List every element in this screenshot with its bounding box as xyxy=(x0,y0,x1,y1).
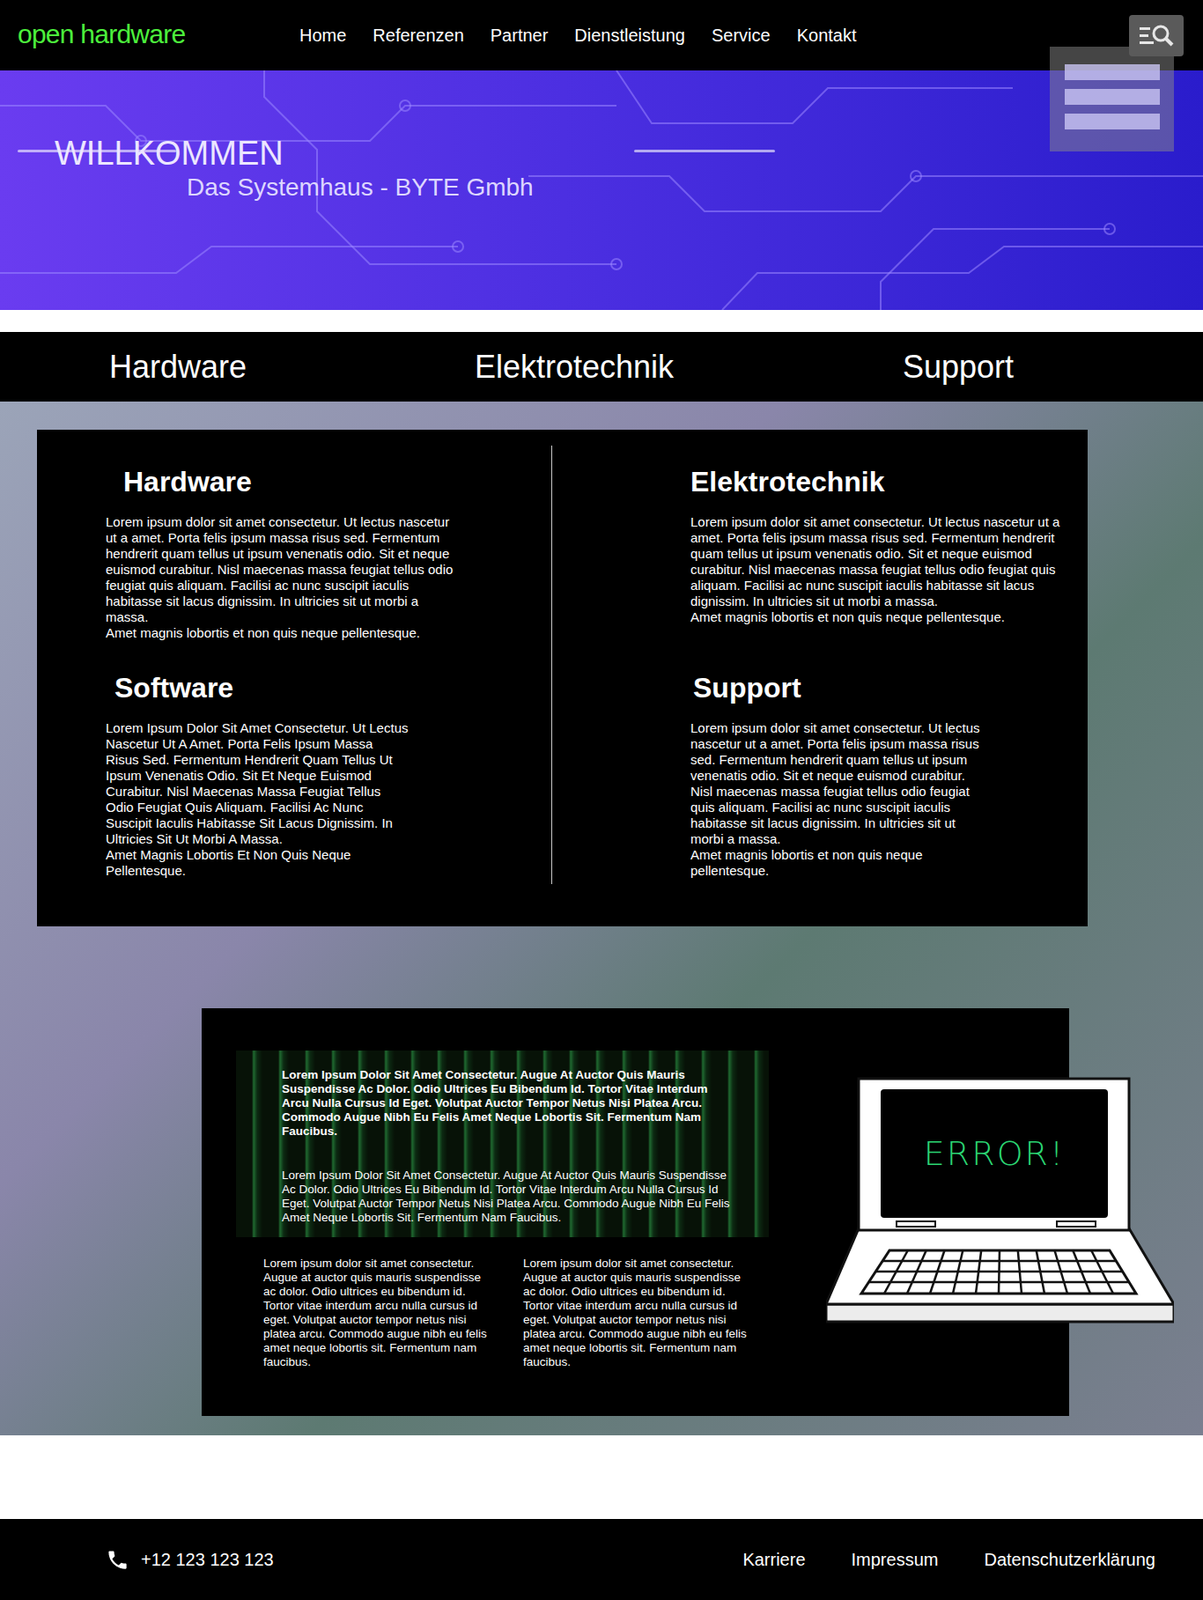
menu-bar xyxy=(1064,113,1160,130)
phone-number[interactable]: +12 123 123 123 xyxy=(140,1546,274,1573)
hero-subtitle: Das Systemhaus - BYTE Gmbh xyxy=(0,172,1203,203)
circuit-icon xyxy=(0,70,1203,310)
footer-link[interactable]: Datenschutzerklärung xyxy=(983,1546,1156,1573)
nav-link[interactable]: Service xyxy=(711,22,771,49)
feature-text: Lorem Ipsum Dolor Sit Amet Consectetur. … xyxy=(281,1168,736,1226)
feature-column: Lorem ipsum dolor sit amet consectetur. … xyxy=(523,1256,756,1370)
nav-link[interactable]: Dienstleistung xyxy=(574,22,686,49)
phone-icon xyxy=(105,1548,130,1573)
footer-link[interactable]: Impressum xyxy=(851,1546,939,1573)
hero-title: WILLKOMMEN xyxy=(0,133,1203,173)
service-paragraph: Amet magnis lobortis et non quis neque p… xyxy=(690,847,982,879)
laptop-icon xyxy=(826,1077,1174,1333)
footer-nav: Karriere Impressum Datenschutzerklärung xyxy=(742,1546,1156,1573)
service-paragraph: Lorem ipsum dolor sit amet consectetur. … xyxy=(690,720,982,848)
menu-bar xyxy=(1064,88,1160,105)
feature-text: Lorem Ipsum Dolor Sit Amet Consectetur. … xyxy=(281,1068,736,1139)
service-block: Support Lorem ipsum dolor sit amet consec… xyxy=(552,655,1088,885)
feature-column: Lorem ipsum dolor sit amet consectetur. … xyxy=(263,1256,496,1370)
hero: WILLKOMMEN Das Systemhaus - BYTE Gmbh xyxy=(0,70,1203,310)
logo[interactable]: open hardware xyxy=(17,19,185,49)
menu-bar xyxy=(1064,64,1160,81)
service-paragraph: Lorem Ipsum Dolor Sit Amet Consectetur. … xyxy=(105,720,410,848)
tab-bar: Hardware Elektrotechnik Support xyxy=(0,332,1203,402)
laptop: ERROR! xyxy=(826,1077,1174,1333)
footer: +12 123 123 123 Karriere Impressum Datensc… xyxy=(0,1519,1203,1600)
nav-link[interactable]: Referenzen xyxy=(372,22,464,49)
search-icon xyxy=(1137,23,1175,49)
service-title: Hardware xyxy=(123,464,543,499)
search-button[interactable] xyxy=(1129,14,1184,57)
service-text: Lorem ipsum dolor sit amet consectetur. … xyxy=(690,720,982,879)
service-text: Lorem ipsum dolor sit amet consectetur. … xyxy=(105,514,463,642)
services-card: Hardware Lorem ipsum dolor sit amet conse… xyxy=(36,429,1088,927)
footer-link[interactable]: Karriere xyxy=(742,1546,805,1573)
matrix-panel: Lorem Ipsum Dolor Sit Amet Consectetur. … xyxy=(236,1050,769,1238)
service-text: Lorem Ipsum Dolor Sit Amet Consectetur. … xyxy=(105,720,410,879)
service-paragraph: Lorem ipsum dolor sit amet consectetur. … xyxy=(105,514,463,626)
service-paragraph: Amet magnis lobortis et non quis neque p… xyxy=(105,625,463,642)
photo-section: Hardware Lorem ipsum dolor sit amet conse… xyxy=(0,401,1203,1436)
service-title: Elektrotechnik xyxy=(690,464,1076,499)
tab-link[interactable]: Support xyxy=(902,343,1014,392)
nav-link[interactable]: Partner xyxy=(490,22,549,49)
header: open hardware Home Referenzen Partner Diens… xyxy=(0,0,1203,71)
service-title: Support xyxy=(693,671,1076,705)
screen-text: ERROR! xyxy=(923,1129,1065,1180)
menu-toggle[interactable] xyxy=(1049,46,1174,152)
service-block: Hardware Lorem ipsum dolor sit amet conse… xyxy=(36,445,553,656)
service-paragraph: Amet Magnis Lobortis Et Non Quis Neque P… xyxy=(105,847,410,879)
service-title: Software xyxy=(114,671,543,705)
service-block: Elektrotechnik Lorem ipsum dolor sit amet… xyxy=(552,445,1088,656)
tab-link[interactable]: Elektrotechnik xyxy=(474,343,674,392)
main-nav: Home Referenzen Partner Dienstleistung Servi… xyxy=(299,22,857,49)
nav-link[interactable]: Kontakt xyxy=(797,22,857,49)
service-paragraph: Lorem ipsum dolor sit amet consectetur. … xyxy=(690,514,1071,610)
service-block: Software Lorem Ipsum Dolor Sit Amet Conse… xyxy=(36,655,553,885)
service-text: Lorem ipsum dolor sit amet consectetur. … xyxy=(690,514,1071,626)
nav-link[interactable]: Home xyxy=(299,22,347,49)
tab-link[interactable]: Hardware xyxy=(109,343,247,392)
feature-card: Lorem Ipsum Dolor Sit Amet Consectetur. … xyxy=(201,1008,1070,1417)
service-paragraph: Amet magnis lobortis et non quis neque p… xyxy=(690,609,1071,626)
